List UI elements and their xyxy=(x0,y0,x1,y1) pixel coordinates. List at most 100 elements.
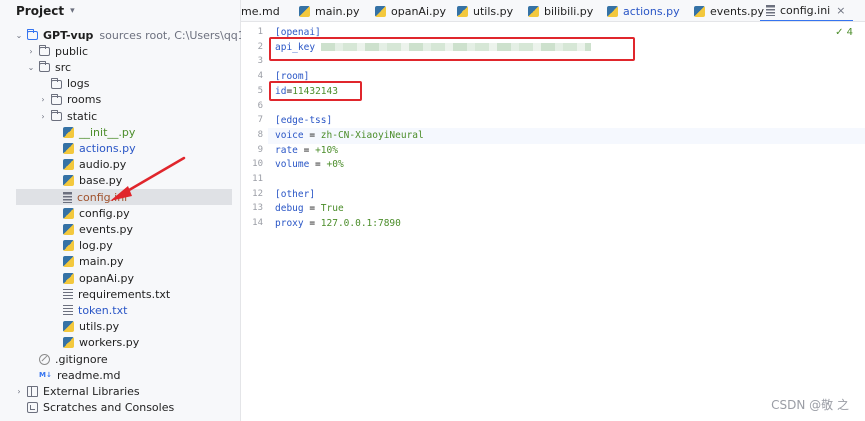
tree-item-label: __init__.py xyxy=(79,125,136,139)
tree-item[interactable]: events.py xyxy=(0,221,241,237)
ini-key: debug xyxy=(275,203,304,215)
code-line[interactable]: volume = +0% xyxy=(275,159,344,170)
tree-item[interactable]: › rooms xyxy=(0,92,241,108)
text-file-icon xyxy=(63,288,73,300)
editor-tab[interactable]: main.py xyxy=(293,0,367,21)
ini-key: voice xyxy=(275,129,304,141)
line-number: 4 xyxy=(257,71,263,82)
tree-item-label: utils.py xyxy=(79,320,120,334)
project-panel-header[interactable]: Project ▾ xyxy=(0,0,240,22)
tree-item-label: requirements.txt xyxy=(78,287,171,301)
tree-item[interactable]: token.txt xyxy=(0,302,241,318)
tree-item[interactable]: ⌄ src xyxy=(0,59,241,75)
chevron-right-icon[interactable]: › xyxy=(38,112,48,121)
tree-item-label: token.txt xyxy=(78,303,128,317)
ini-section-header: [edge-tss] xyxy=(275,115,333,127)
line-number: 10 xyxy=(252,159,263,170)
chevron-down-icon[interactable]: ⌄ xyxy=(26,63,36,72)
line-number: 6 xyxy=(257,100,263,111)
tree-item[interactable]: opanAi.py xyxy=(0,270,241,286)
line-number: 3 xyxy=(257,56,263,67)
line-number: 14 xyxy=(252,218,263,229)
project-panel: Project ▾ ⌄ GPT-vup sources root, C:\Users… xyxy=(0,0,295,421)
code-line[interactable]: [other] xyxy=(275,189,315,200)
editor-tab[interactable]: opanAi.py xyxy=(369,0,454,21)
code-line[interactable]: debug = True xyxy=(275,203,344,214)
tree-item[interactable]: › static xyxy=(0,108,241,124)
chevron-right-icon[interactable]: › xyxy=(38,95,48,104)
tree-item[interactable]: config.py xyxy=(0,205,241,221)
python-file-icon xyxy=(528,5,539,17)
tree-item[interactable]: log.py xyxy=(0,238,241,254)
tree-item-label: config.py xyxy=(79,206,130,220)
annotation-box-api-key xyxy=(269,37,635,61)
code-line[interactable]: voice = zh-CN-XiaoyiNeural xyxy=(275,130,424,141)
python-file-icon xyxy=(63,240,74,252)
tree-item[interactable]: audio.py xyxy=(0,157,241,173)
tree-item-label: workers.py xyxy=(79,336,140,350)
code-line[interactable]: [edge-tss] xyxy=(275,115,332,126)
tree-item[interactable]: config.ini xyxy=(16,189,232,205)
tree-item[interactable]: logs xyxy=(0,76,241,92)
ini-value: zh-CN-XiaoyiNeural xyxy=(320,129,424,141)
tree-item[interactable]: Scratches and Consoles xyxy=(0,400,241,416)
ini-value: 127.0.0.1:7890 xyxy=(320,218,401,230)
python-file-icon xyxy=(63,223,74,235)
python-file-icon xyxy=(457,5,468,17)
tree-item[interactable]: workers.py xyxy=(0,335,241,351)
tree-item[interactable]: .gitignore xyxy=(0,351,241,367)
chevron-down-icon[interactable]: ▾ xyxy=(70,6,75,16)
python-file-icon xyxy=(607,5,618,17)
tree-item[interactable]: __init__.py xyxy=(0,124,241,140)
editor-tab[interactable]: config.ini × xyxy=(760,0,854,21)
code-line[interactable]: rate = +10% xyxy=(275,145,338,156)
tree-item-label: base.py xyxy=(79,174,123,188)
editor-tab[interactable]: bilibili.py xyxy=(522,0,601,21)
gitignore-icon xyxy=(39,353,50,365)
editor-tab[interactable]: actions.py xyxy=(601,0,688,21)
chevron-down-icon[interactable]: ⌄ xyxy=(14,31,24,40)
line-number: 7 xyxy=(257,115,263,126)
tree-item[interactable]: utils.py xyxy=(0,319,241,335)
python-file-icon xyxy=(63,159,74,171)
python-file-icon xyxy=(694,5,705,17)
tree-item[interactable]: actions.py xyxy=(0,140,241,156)
tree-item-label: src xyxy=(55,60,72,74)
tree-item[interactable]: ⌄ GPT-vup sources root, C:\Users\qq150\Des… xyxy=(0,27,295,43)
tree-item-label: static xyxy=(67,109,98,123)
tree-item[interactable]: › External Libraries xyxy=(0,383,241,399)
editor-tab-label: bilibili.py xyxy=(544,4,594,18)
chevron-right-icon[interactable]: › xyxy=(26,47,36,56)
tree-item-label: opanAi.py xyxy=(79,271,134,285)
ini-key: rate xyxy=(275,144,298,156)
chevron-right-icon[interactable]: › xyxy=(14,387,24,396)
line-number: 11 xyxy=(252,174,263,184)
line-number-gutter: 1 2 3 4 5 6 7 8 9 10 11 12 13 14 xyxy=(241,23,268,421)
editor-tab-label: opanAi.py xyxy=(391,4,446,18)
python-file-icon xyxy=(63,256,74,268)
editor-tab-label: utils.py xyxy=(473,4,514,18)
folder-icon xyxy=(39,45,50,57)
python-file-icon xyxy=(63,272,74,284)
scratches-icon xyxy=(27,402,38,414)
ini-file-icon xyxy=(766,4,775,16)
editor-tab[interactable]: utils.py xyxy=(451,0,521,21)
inspection-status-badge[interactable]: ✓ 4 xyxy=(835,27,853,38)
line-number: 13 xyxy=(252,203,263,214)
close-tab-icon[interactable]: × xyxy=(836,4,845,17)
tree-item-label: GPT-vup xyxy=(43,28,94,42)
tree-item[interactable]: main.py xyxy=(0,254,241,270)
tree-item[interactable]: › public xyxy=(0,43,241,59)
tree-item-label: audio.py xyxy=(79,158,127,172)
python-file-icon xyxy=(63,207,74,219)
tree-item[interactable]: requirements.txt xyxy=(0,286,241,302)
tree-item[interactable]: base.py xyxy=(0,173,241,189)
editor-tab[interactable]: me.md xyxy=(241,0,288,21)
folder-icon xyxy=(51,110,62,121)
ini-value: True xyxy=(320,203,344,215)
code-line[interactable]: proxy = 127.0.0.1:7890 xyxy=(275,218,401,229)
tree-item[interactable]: M↓ readme.md xyxy=(0,367,241,383)
folder-icon xyxy=(39,61,50,73)
tree-item-label: config.ini xyxy=(77,190,128,204)
code-editor[interactable]: 1 2 3 4 5 6 7 8 9 10 11 12 13 14 [openai] api_key [room… xyxy=(241,23,865,421)
